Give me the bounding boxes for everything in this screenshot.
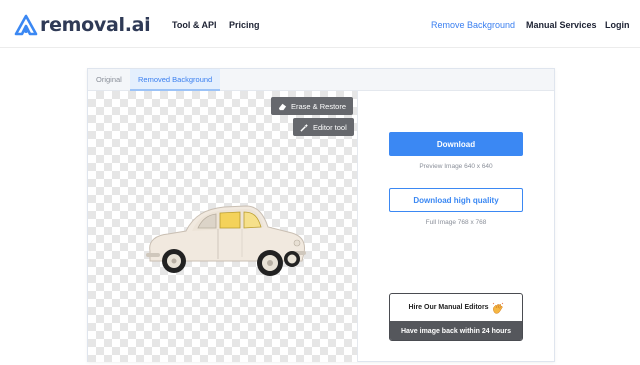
eraser-icon	[278, 103, 287, 110]
editor-tool-button[interactable]: Editor tool	[293, 118, 354, 136]
result-card: Original Removed Background Erase & Rest…	[87, 68, 555, 362]
nav-tool-api[interactable]: Tool & API	[172, 20, 217, 30]
brand-name: removal.ai	[40, 14, 151, 36]
preview-image-info: Preview Image 640 x 640	[419, 163, 493, 170]
nav-remove-background[interactable]: Remove Background	[431, 20, 515, 30]
nav-pricing[interactable]: Pricing	[229, 20, 260, 30]
tab-original[interactable]: Original	[88, 69, 130, 91]
tab-removed-background[interactable]: Removed Background	[130, 69, 221, 91]
download-high-quality-button[interactable]: Download high quality	[389, 188, 523, 212]
hire-title-row: Hire Our Manual Editors	[390, 294, 522, 321]
download-button[interactable]: Download	[389, 132, 523, 156]
full-image-info: Full Image 768 x 768	[425, 219, 487, 226]
nav-manual-services[interactable]: Manual Services	[526, 20, 597, 30]
editor-tool-label: Editor tool	[313, 122, 347, 132]
erase-restore-button[interactable]: Erase & Restore	[271, 97, 354, 115]
image-tabs: Original Removed Background	[88, 69, 554, 91]
image-canvas: Erase & Restore Editor tool	[88, 91, 358, 362]
waving-hand-icon	[492, 302, 503, 314]
hire-manual-editors-button[interactable]: Hire Our Manual Editors Have image back …	[389, 293, 523, 341]
hire-label: Hire Our Manual Editors	[408, 304, 489, 311]
top-navbar: removal.ai Tool & API Pricing Remove Bac…	[0, 0, 640, 48]
logo-icon	[14, 14, 38, 36]
car-cutout-image	[146, 205, 306, 276]
nav-login[interactable]: Login	[605, 20, 630, 30]
hire-subtitle: Have image back within 24 hours	[390, 321, 522, 340]
brand-logo[interactable]: removal.ai	[14, 13, 151, 37]
erase-restore-label: Erase & Restore	[291, 101, 347, 111]
magic-wand-icon	[300, 123, 309, 132]
